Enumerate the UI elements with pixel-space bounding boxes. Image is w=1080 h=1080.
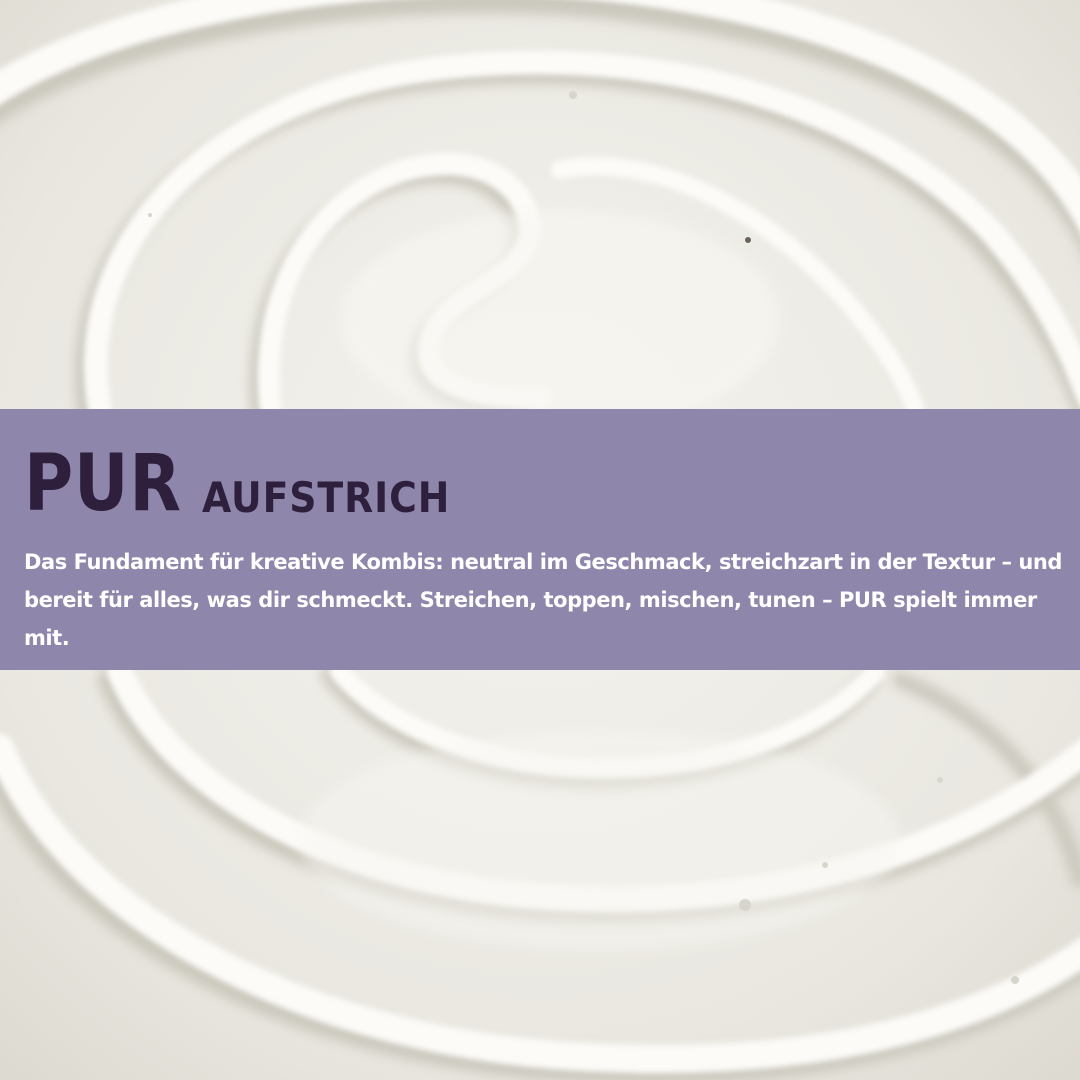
headline-sub: AUFSTRICH xyxy=(202,473,451,522)
product-banner: PUR AUFSTRICH Das Fundament für kreative… xyxy=(0,409,1080,670)
headline-main: PUR xyxy=(24,439,182,529)
product-description: Das Fundament für kreative Kombis: neutr… xyxy=(24,550,1062,650)
product-headline: PUR AUFSTRICH xyxy=(24,437,1058,523)
canvas: PUR AUFSTRICH Das Fundament für kreative… xyxy=(0,0,1080,1080)
